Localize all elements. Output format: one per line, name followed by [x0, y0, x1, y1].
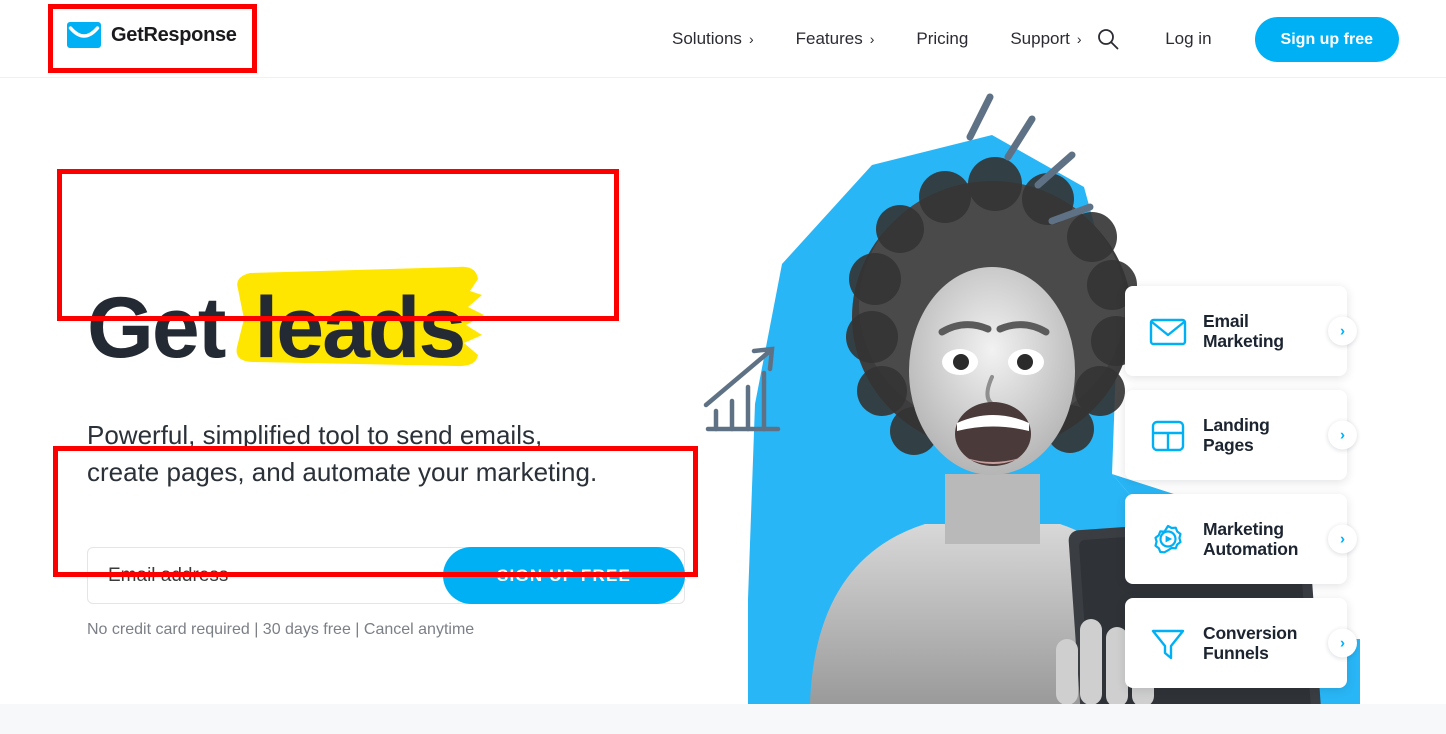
feature-card-landing-pages[interactable]: Landing Pages › [1125, 390, 1357, 480]
card-chevron-right-icon[interactable]: › [1328, 628, 1357, 658]
hero-subheadline: Powerful, simplified tool to send emails… [87, 420, 598, 487]
chevron-right-icon: › [1076, 31, 1082, 47]
nav-item-features[interactable]: Features › [796, 29, 875, 49]
site-header: GetResponse Solutions › Features › Prici… [0, 0, 1446, 78]
login-link[interactable]: Log in [1165, 29, 1211, 49]
nav-item-support[interactable]: Support › [1010, 29, 1081, 49]
layout-grid-icon [1151, 420, 1185, 452]
feature-card-email-marketing[interactable]: Email Marketing › [1125, 286, 1357, 376]
search-icon[interactable] [1095, 26, 1121, 52]
header-actions: Log in Sign up free [1095, 0, 1399, 78]
feature-card-label: Conversion Funnels [1203, 622, 1298, 663]
feature-card-label: Landing Pages [1203, 414, 1270, 455]
headline-highlight-wrap: leads [236, 266, 485, 371]
nav-item-pricing[interactable]: Pricing [916, 29, 968, 49]
page-root: GetResponse Solutions › Features › Prici… [0, 0, 1446, 734]
funnel-icon [1151, 629, 1185, 660]
brand-name: GetResponse [111, 23, 237, 46]
feature-card-label: Marketing Automation [1203, 518, 1299, 559]
feature-card-list: Email Marketing › Landing Pages › Market… [1125, 286, 1357, 702]
nav-label: Support [1010, 29, 1070, 48]
feature-card-conversion-funnels[interactable]: Conversion Funnels › [1125, 598, 1357, 688]
chevron-right-icon: › [748, 31, 754, 47]
feature-card-marketing-automation[interactable]: Marketing Automation › [1125, 494, 1357, 584]
headline-plain-text: Get [87, 280, 226, 376]
signup-form-row: SIGN UP FREE [87, 547, 685, 604]
card-chevron-right-icon[interactable]: › [1328, 524, 1357, 554]
hero-section: Get leads Powerful, simplified tool to s… [0, 79, 1446, 704]
headline-highlight-text: leads [254, 280, 466, 376]
hero-signup-form: SIGN UP FREE No credit card required | 3… [87, 547, 685, 639]
nav-label: Pricing [916, 29, 969, 48]
card-chevron-right-icon[interactable]: › [1328, 316, 1357, 346]
nav-label: Features [795, 29, 863, 48]
chevron-right-icon: › [869, 31, 875, 47]
brand-logo[interactable]: GetResponse [67, 22, 237, 48]
card-chevron-right-icon[interactable]: › [1328, 420, 1357, 450]
main-navigation: Solutions › Features › Pricing Support › [672, 0, 1124, 78]
gear-play-icon [1154, 524, 1182, 554]
nav-label: Solutions [672, 29, 742, 48]
signup-free-button[interactable]: Sign up free [1254, 16, 1399, 62]
hero-signup-free-button[interactable]: SIGN UP FREE [443, 547, 685, 604]
envelope-logo-icon [67, 22, 101, 48]
nav-item-solutions[interactable]: Solutions › [672, 29, 754, 49]
feature-card-label: Email Marketing [1203, 310, 1284, 351]
hero-headline: Get leads [87, 266, 485, 376]
page-bottom-strip [0, 704, 1446, 734]
envelope-icon [1149, 318, 1187, 346]
signup-disclaimer: No credit card required | 30 days free |… [87, 621, 475, 638]
